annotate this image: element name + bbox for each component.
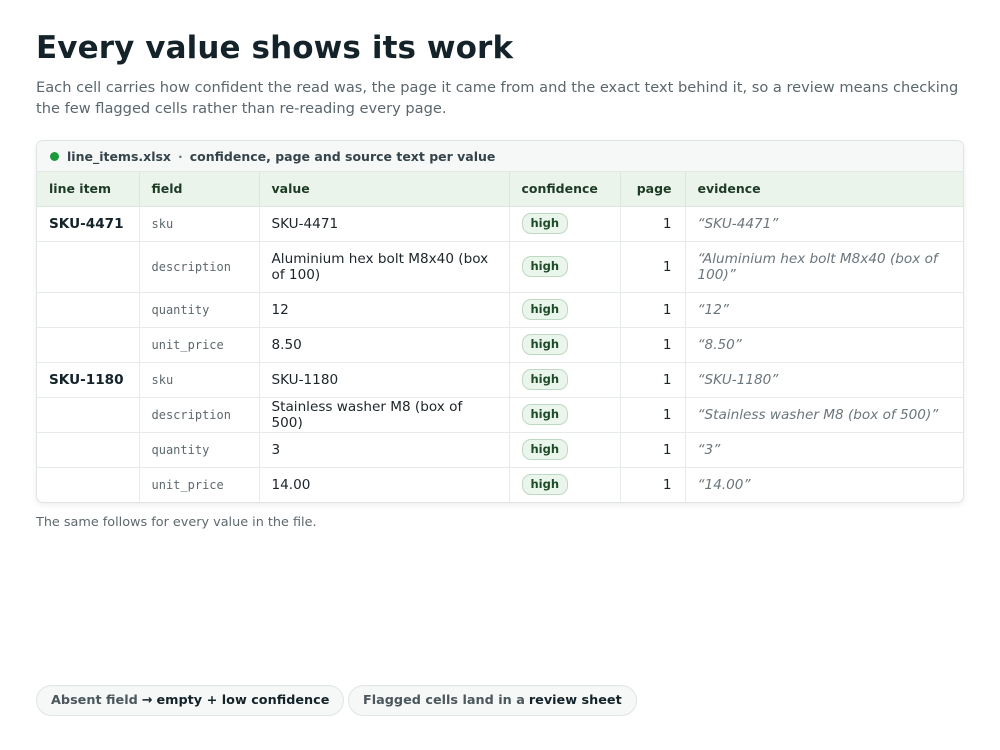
evidence-cell: “Aluminium hex bolt M8x40 (box of 100)” bbox=[685, 241, 963, 293]
field-cell: unit_price bbox=[139, 467, 260, 502]
confidence-cell: high bbox=[509, 432, 621, 468]
page-cell: 1 bbox=[620, 206, 686, 242]
table-row[interactable]: unit_price 8.50 high 1 “8.50” bbox=[37, 327, 963, 363]
line-item-cell bbox=[37, 432, 140, 468]
table-row[interactable]: description Stainless washer M8 (box of … bbox=[37, 397, 963, 433]
confidence-cell: high bbox=[509, 327, 621, 363]
value-cell[interactable]: 3 bbox=[259, 432, 510, 468]
card-caption: confidence, page and source text per val… bbox=[189, 148, 496, 164]
line-item-cell bbox=[37, 292, 140, 328]
absent-field-pill[interactable]: Absent field → empty + low confidence bbox=[36, 685, 345, 716]
confidence-cell: high bbox=[509, 397, 621, 433]
evidence-cell: “12” bbox=[685, 292, 963, 328]
table-row[interactable]: quantity 3 high 1 “3” bbox=[37, 432, 963, 468]
page-cell: 1 bbox=[620, 362, 686, 398]
page-title: Every value shows its work bbox=[36, 30, 514, 66]
values-table: line item field value confidence page ev… bbox=[37, 172, 963, 502]
field-cell: sku bbox=[139, 206, 260, 242]
table-row[interactable]: quantity 12 high 1 “12” bbox=[37, 292, 963, 328]
page-cell: 1 bbox=[620, 432, 686, 468]
line-item-cell bbox=[37, 327, 140, 363]
column-header-page[interactable]: page bbox=[620, 172, 686, 207]
confidence-badge: high bbox=[521, 474, 569, 496]
pill-lead: Absent field bbox=[51, 693, 138, 708]
column-header-field[interactable]: field bbox=[139, 172, 260, 207]
evidence-cell: “14.00” bbox=[697, 476, 751, 493]
value-cell[interactable]: SKU-1180 bbox=[259, 362, 510, 398]
evidence-cell: “SKU-4471” bbox=[685, 206, 963, 242]
status-dot-icon bbox=[50, 151, 59, 161]
separator: · bbox=[178, 148, 183, 164]
evidence-cell: “8.50” bbox=[685, 327, 963, 363]
page-cell: 1 bbox=[620, 397, 686, 433]
card-header: line_items.xlsx · confidence, page and s… bbox=[37, 141, 963, 172]
field-cell: description bbox=[139, 241, 260, 293]
footnote: The same follows for every value in the … bbox=[36, 515, 317, 530]
value-cell[interactable]: 12 bbox=[259, 292, 510, 328]
value-cell[interactable]: 14.00 bbox=[259, 467, 510, 502]
value-cell[interactable]: Aluminium hex bolt M8x40 (box of 100) bbox=[259, 241, 510, 293]
confidence-badge: high bbox=[521, 404, 569, 425]
pill-strong: empty + low confidence bbox=[156, 693, 330, 708]
review-sheet-pill[interactable]: Flagged cells land in a review sheet bbox=[348, 685, 637, 716]
field-cell: quantity bbox=[139, 292, 260, 328]
confidence-cell: high bbox=[509, 292, 621, 328]
evidence-cell: “SKU-1180” bbox=[685, 362, 963, 398]
intro-text: Each cell carries how confident the read… bbox=[36, 79, 959, 117]
column-header-confidence[interactable]: confidence bbox=[509, 172, 621, 207]
file-name: line_items.xlsx bbox=[67, 148, 171, 164]
column-header-value[interactable]: value bbox=[259, 172, 510, 207]
line-item-cell bbox=[37, 397, 140, 433]
confidence-cell: high bbox=[509, 206, 621, 242]
evidence-cell: “Stainless washer M8 (box of 500)” bbox=[685, 397, 963, 433]
field-cell: description bbox=[139, 397, 260, 433]
line-item-cell: SKU-1180 bbox=[37, 362, 140, 398]
line-item-cell bbox=[37, 241, 140, 293]
field-cell: sku bbox=[139, 362, 260, 398]
pill-lead: Flagged cells land in a bbox=[363, 693, 525, 708]
column-header-line-item[interactable]: line item bbox=[37, 172, 140, 207]
line-item-cell bbox=[37, 467, 140, 502]
page-cell: 1 bbox=[620, 467, 686, 502]
table-row[interactable]: unit_price 14.00 high 1 “14.00” bbox=[37, 467, 963, 502]
confidence-cell: high bbox=[509, 241, 621, 293]
evidence-cell: “3” bbox=[685, 432, 963, 468]
confidence-cell: high bbox=[509, 467, 621, 502]
table-row[interactable]: SKU-4471 sku SKU-4471 high 1 “SKU-4471” bbox=[37, 206, 963, 242]
line-item-cell: SKU-4471 bbox=[37, 206, 140, 242]
data-card: line_items.xlsx · confidence, page and s… bbox=[36, 140, 964, 503]
page-cell: 1 bbox=[620, 292, 686, 328]
column-header-evidence[interactable]: evidence bbox=[685, 172, 963, 207]
table-row[interactable]: description Aluminium hex bolt M8x40 (bo… bbox=[37, 241, 963, 293]
confidence-badge: high bbox=[521, 213, 569, 234]
arrow-right-icon: → bbox=[141, 693, 153, 708]
confidence-badge: high bbox=[521, 334, 569, 355]
value-cell[interactable]: SKU-4471 bbox=[259, 206, 510, 242]
confidence-badge: high bbox=[521, 439, 569, 460]
confidence-cell: high bbox=[509, 362, 621, 398]
field-cell: unit_price bbox=[139, 327, 260, 363]
value-cell[interactable]: 8.50 bbox=[259, 327, 510, 363]
page-cell: 1 bbox=[620, 241, 686, 293]
confidence-badge: high bbox=[521, 299, 569, 320]
table-row[interactable]: SKU-1180 sku SKU-1180 high 1 “SKU-1180” bbox=[37, 362, 963, 398]
confidence-badge: high bbox=[521, 256, 569, 277]
field-cell: quantity bbox=[139, 432, 260, 468]
table-header-row: line item field value confidence page ev… bbox=[37, 172, 963, 207]
confidence-badge: high bbox=[521, 369, 569, 390]
page-cell: 1 bbox=[620, 327, 686, 363]
value-cell[interactable]: Stainless washer M8 (box of 500) bbox=[259, 397, 510, 433]
pill-strong: review sheet bbox=[528, 693, 622, 708]
